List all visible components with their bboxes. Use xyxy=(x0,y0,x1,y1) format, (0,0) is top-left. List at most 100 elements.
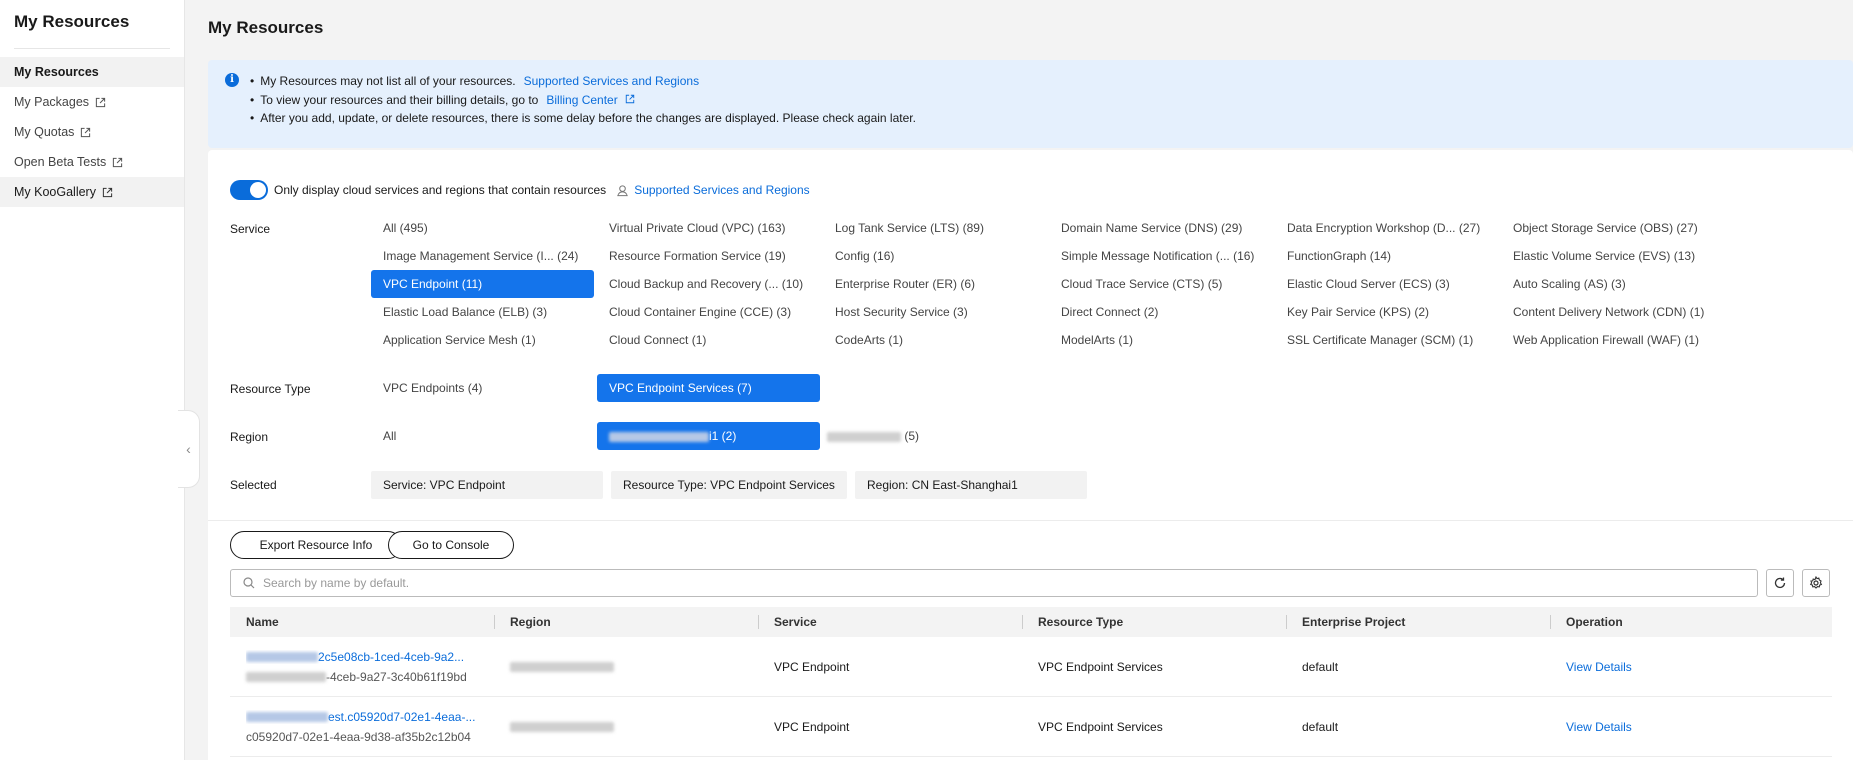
service-filter-option[interactable]: Direct Connect (2) xyxy=(1049,298,1272,326)
notice-text: My Resources may not list all of your re… xyxy=(260,74,516,88)
service-filter-option[interactable]: FunctionGraph (14) xyxy=(1275,242,1498,270)
operation-cell: View Details xyxy=(1550,660,1832,674)
gear-icon xyxy=(1809,576,1823,589)
resource-id-text: -4ceb-9a27-3c40b61f19bd xyxy=(326,669,467,684)
supported-services-link[interactable]: Supported Services and Regions xyxy=(634,183,809,197)
sidebar-item-my-koogallery[interactable]: My KooGallery xyxy=(0,177,184,207)
service-filter-grid: All (495) Virtual Private Cloud (VPC) (16… xyxy=(371,214,1727,354)
region-option-selected[interactable]: i1 (2) xyxy=(597,422,820,450)
sidebar-divider xyxy=(14,48,170,49)
resource-list-panel: Export Resource Info Go to Console Name … xyxy=(208,520,1853,760)
service-filter-option[interactable]: Elastic Cloud Server (ECS) (3) xyxy=(1275,270,1498,298)
sidebar-item-label: Open Beta Tests xyxy=(14,155,107,169)
settings-button[interactable] xyxy=(1802,569,1830,597)
service-filter-option[interactable]: Data Encryption Workshop (D... (27) xyxy=(1275,214,1498,242)
column-header-service: Service xyxy=(758,607,1022,637)
billing-center-label: Billing Center xyxy=(546,92,618,107)
service-filter-option[interactable]: Cloud Container Engine (CCE) (3) xyxy=(597,298,820,326)
notice-line: • My Resources may not list all of your r… xyxy=(228,72,1853,91)
external-link-icon xyxy=(102,187,113,197)
column-header-region: Region xyxy=(494,607,758,637)
name-cell: 2c5e08cb-1ced-4ceb-9a2... -4ceb-9a27-3c4… xyxy=(230,650,494,684)
region-option[interactable]: (5) xyxy=(823,422,1046,450)
search-input[interactable] xyxy=(263,576,1663,590)
service-filter-option[interactable]: CodeArts (1) xyxy=(823,326,1046,354)
service-filter-label: Service xyxy=(230,222,271,236)
service-filter-option[interactable]: Resource Formation Service (19) xyxy=(597,242,820,270)
service-filter-option[interactable]: Elastic Volume Service (EVS) (13) xyxy=(1501,242,1724,270)
service-filter-option[interactable]: Key Pair Service (KPS) (2) xyxy=(1275,298,1498,326)
display-toggle-switch[interactable] xyxy=(230,180,268,200)
service-filter-option[interactable]: Host Security Service (3) xyxy=(823,298,1046,326)
table-row: est.c05920d7-02e1-4eaa-... c05920d7-02e1… xyxy=(230,697,1832,757)
resource-type-vpc-endpoints[interactable]: VPC Endpoints (4) xyxy=(371,374,594,402)
region-cell xyxy=(494,660,758,674)
resource-name-link[interactable]: 2c5e08cb-1ced-4ceb-9a2... xyxy=(318,650,464,664)
sidebar: My Resources My Resources My Packages My… xyxy=(0,0,185,760)
table-header: Name Region Service Resource Type Enterp… xyxy=(230,607,1832,637)
region-filter-label: Region xyxy=(230,430,269,444)
service-filter-option[interactable]: Object Storage Service (OBS) (27) xyxy=(1501,214,1724,242)
resource-name-link[interactable]: est.c05920d7-02e1-4eaa-... xyxy=(328,710,475,724)
service-filter-option[interactable]: Enterprise Router (ER) (6) xyxy=(823,270,1046,298)
notice-text: To view your resources and their billing… xyxy=(260,92,539,107)
resource-type-vpc-endpoint-services[interactable]: VPC Endpoint Services (7) xyxy=(597,374,820,402)
view-details-link[interactable]: View Details xyxy=(1566,720,1632,734)
service-filter-option[interactable]: SSL Certificate Manager (SCM) (1) xyxy=(1275,326,1498,354)
supported-services-link[interactable]: Supported Services and Regions xyxy=(524,74,699,88)
service-filter-option[interactable]: Log Tank Service (LTS) (89) xyxy=(823,214,1046,242)
service-filter-option[interactable]: Web Application Firewall (WAF) (1) xyxy=(1501,326,1724,354)
refresh-icon xyxy=(1774,577,1786,589)
service-filter-option[interactable]: Virtual Private Cloud (VPC) (163) xyxy=(597,214,820,242)
service-cell: VPC Endpoint xyxy=(774,719,850,734)
filter-panel: Only display cloud services and regions … xyxy=(208,150,1853,520)
service-filter-option[interactable]: Cloud Backup and Recovery (... (10) xyxy=(597,270,820,298)
notice-line: • After you add, update, or delete resour… xyxy=(228,109,1853,128)
service-filter-option[interactable]: ModelArts (1) xyxy=(1049,326,1272,354)
sidebar-item-label: My Resources xyxy=(14,65,99,79)
service-filter-option[interactable]: Application Service Mesh (1) xyxy=(371,326,594,354)
region-all[interactable]: All xyxy=(371,422,594,450)
redacted-text xyxy=(510,662,614,673)
resource-table: Name Region Service Resource Type Enterp… xyxy=(230,607,1832,757)
sidebar-item-label: My Quotas xyxy=(14,125,75,139)
export-resource-info-button[interactable]: Export Resource Info xyxy=(230,531,402,559)
external-link-icon xyxy=(95,97,106,107)
sidebar-item-my-resources[interactable]: My Resources xyxy=(0,57,184,87)
column-header-operation: Operation xyxy=(1550,607,1832,637)
service-cell: VPC Endpoint xyxy=(774,659,850,674)
redacted-text xyxy=(609,431,709,442)
sidebar-item-my-quotas[interactable]: My Quotas xyxy=(0,117,184,147)
tag-icon xyxy=(617,184,629,196)
service-filter-option[interactable]: Image Management Service (I... (24) xyxy=(371,242,594,270)
service-filter-option[interactable]: Content Delivery Network (CDN) (1) xyxy=(1501,298,1724,326)
service-filter-option[interactable]: Simple Message Notification (... (16) xyxy=(1049,242,1272,270)
go-to-console-button[interactable]: Go to Console xyxy=(388,531,514,559)
main-content: My Resources i • My Resources may not lis… xyxy=(185,0,1853,760)
sidebar-item-my-packages[interactable]: My Packages xyxy=(0,87,184,117)
sidebar-item-label: My KooGallery xyxy=(14,185,96,199)
sidebar-title: My Resources xyxy=(14,12,130,31)
toggle-label: Only display cloud services and regions … xyxy=(274,183,607,197)
service-filter-option[interactable]: Cloud Connect (1) xyxy=(597,326,820,354)
enterprise-project-cell: default xyxy=(1302,659,1339,674)
info-icon: i xyxy=(225,73,239,87)
redacted-text xyxy=(246,652,318,663)
sidebar-item-open-beta-tests[interactable]: Open Beta Tests xyxy=(0,147,184,177)
view-details-link[interactable]: View Details xyxy=(1566,660,1632,674)
service-filter-option[interactable]: Cloud Trace Service (CTS) (5) xyxy=(1049,270,1272,298)
selected-label: Selected xyxy=(230,478,277,492)
service-filter-option[interactable]: Elastic Load Balance (ELB) (3) xyxy=(371,298,594,326)
column-header-name: Name xyxy=(246,615,279,629)
operation-cell: View Details xyxy=(1550,720,1832,734)
service-filter-option[interactable]: Domain Name Service (DNS) (29) xyxy=(1049,214,1272,242)
notice-text: After you add, update, or delete resourc… xyxy=(260,111,916,125)
refresh-button[interactable] xyxy=(1766,569,1794,597)
service-filter-option[interactable]: Auto Scaling (AS) (3) xyxy=(1501,270,1724,298)
page-title: My Resources xyxy=(208,18,324,37)
service-filter-option[interactable]: All (495) xyxy=(371,214,594,242)
service-filter-option[interactable]: Config (16) xyxy=(823,242,1046,270)
billing-center-link[interactable]: Billing Center xyxy=(546,93,635,107)
service-filter-option[interactable]: VPC Endpoint (11) xyxy=(371,270,594,298)
external-link-icon xyxy=(625,94,635,103)
